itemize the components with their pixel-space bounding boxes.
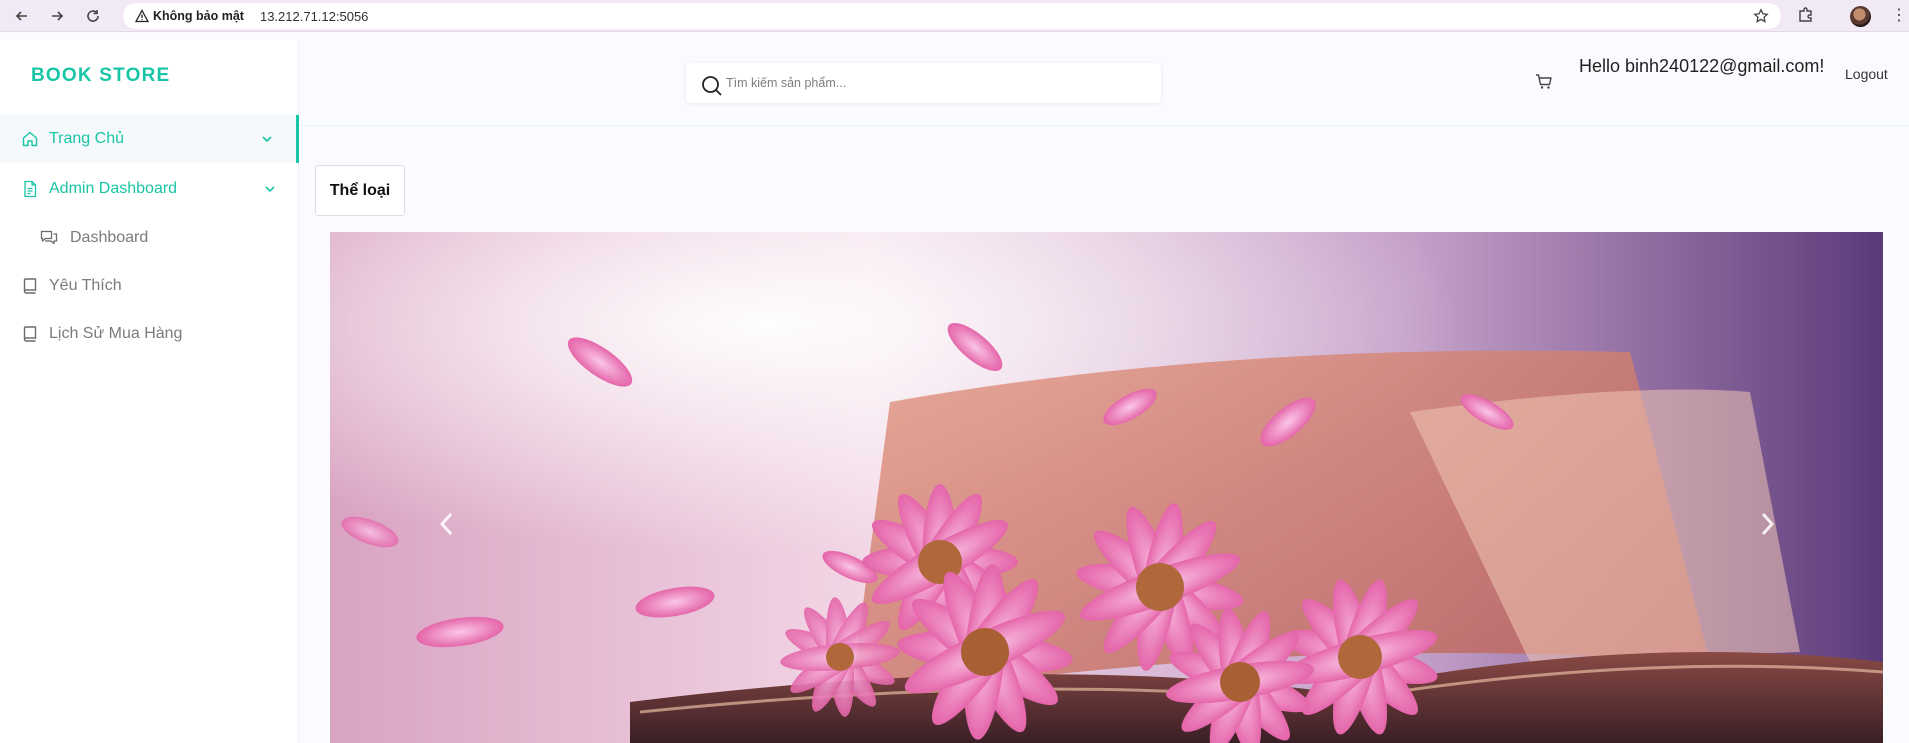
logout-link[interactable]: Logout: [1845, 66, 1888, 82]
carousel-next-icon[interactable]: [1757, 510, 1777, 538]
extensions-icon[interactable]: [1797, 6, 1815, 29]
sidebar-item-label: Lịch Sử Mua Hàng: [49, 325, 183, 342]
search-box[interactable]: [686, 63, 1161, 103]
search-icon[interactable]: [701, 75, 723, 97]
sidebar-item-favorites[interactable]: Yêu Thích: [0, 262, 299, 310]
sidebar-item-purchase-history[interactable]: Lịch Sử Mua Hàng: [0, 310, 299, 358]
url-text: 13.212.71.12:5056: [259, 8, 369, 24]
cart-icon[interactable]: [1535, 73, 1553, 91]
home-icon: [22, 131, 38, 147]
browser-toolbar: Không bảo mật 13.212.71.12:5056 ⋮: [0, 0, 1909, 32]
carousel-prev-icon[interactable]: [437, 510, 457, 538]
sidebar-item-label: Admin Dashboard: [49, 180, 178, 197]
banner-image: [330, 232, 1883, 743]
sidebar-item-label: Yêu Thích: [49, 277, 122, 294]
chevron-down-icon: [265, 186, 275, 193]
book-icon: [23, 278, 37, 294]
search-input[interactable]: [726, 71, 1146, 95]
chevron-down-icon: [262, 136, 272, 143]
banner-carousel: [330, 232, 1883, 743]
warning-icon: [135, 9, 149, 23]
security-label: Không bảo mật: [153, 9, 244, 23]
document-icon: [24, 180, 37, 198]
chat-icon: [40, 230, 58, 245]
sidebar-item-dashboard[interactable]: Dashboard: [0, 214, 299, 262]
reload-icon[interactable]: [82, 6, 104, 26]
top-header: Hello binh240122@gmail.com! Logout: [300, 40, 1909, 126]
security-chip[interactable]: Không bảo mật: [131, 5, 252, 27]
sidebar-item-label: Dashboard: [70, 229, 149, 246]
back-icon[interactable]: [11, 6, 33, 26]
book-icon: [23, 326, 37, 342]
more-menu-icon[interactable]: ⋮: [1891, 6, 1907, 26]
brand-logo[interactable]: BOOK STORE: [31, 65, 170, 87]
address-bar[interactable]: Không bảo mật 13.212.71.12:5056: [123, 3, 1781, 29]
sidebar-item-label: Trang Chủ: [49, 130, 124, 147]
category-button[interactable]: Thể loại: [315, 165, 405, 216]
sidebar: BOOK STORE Trang Chủ Admin Dashboard Das…: [0, 40, 299, 743]
profile-avatar[interactable]: [1850, 6, 1871, 27]
sidebar-item-home[interactable]: Trang Chủ: [0, 115, 299, 163]
forward-icon[interactable]: [46, 6, 68, 26]
user-greeting: Hello binh240122@gmail.com!: [1579, 56, 1825, 76]
bookmark-star-icon[interactable]: [1753, 8, 1769, 29]
sidebar-item-admin-dashboard[interactable]: Admin Dashboard: [0, 165, 299, 213]
